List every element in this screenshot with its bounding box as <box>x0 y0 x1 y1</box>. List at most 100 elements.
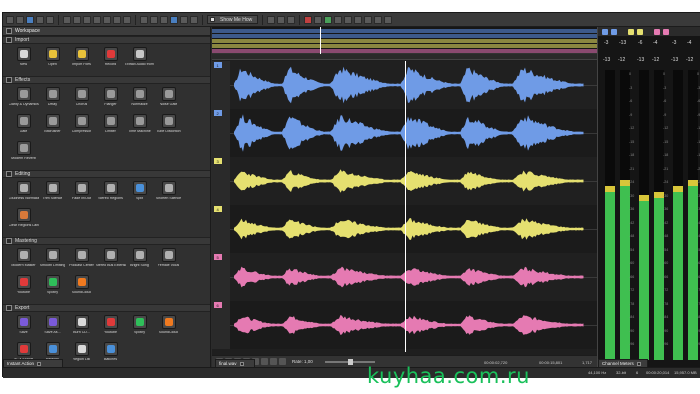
meter-channel-5-icon[interactable] <box>654 28 660 35</box>
meter-channel-3-icon[interactable] <box>628 28 634 35</box>
undo-icon[interactable] <box>140 15 148 24</box>
track-header[interactable] <box>212 109 230 157</box>
open-icon[interactable] <box>16 15 24 24</box>
action-item[interactable]: Tube Distortion <box>154 114 183 141</box>
stop-small-icon[interactable] <box>261 358 268 365</box>
playback-cursor[interactable] <box>405 61 406 352</box>
action-item[interactable]: Bright Song <box>125 248 154 275</box>
pause-icon[interactable] <box>334 15 343 24</box>
section-header-effects[interactable]: Effects <box>3 76 210 84</box>
action-item[interactable]: Female Vocal <box>154 248 183 275</box>
action-item[interactable]: Region List <box>67 342 96 367</box>
action-item[interactable]: Delay <box>38 87 67 114</box>
track-header[interactable] <box>212 157 230 205</box>
trim-icon[interactable] <box>103 15 111 24</box>
tab-close-icon[interactable] <box>239 361 244 366</box>
action-item[interactable]: Import Files <box>67 47 96 74</box>
cut-icon[interactable] <box>63 15 71 24</box>
next-small-icon[interactable] <box>279 358 286 365</box>
section-toggle-icon[interactable] <box>6 238 12 244</box>
action-item[interactable]: SoundCloud <box>154 315 183 342</box>
zoom-out-icon[interactable] <box>277 15 286 24</box>
section-toggle-icon[interactable] <box>6 77 12 83</box>
pencil-tool-icon[interactable] <box>190 15 198 24</box>
action-item[interactable]: Batches <box>96 342 125 367</box>
zoom-fit-icon[interactable] <box>287 15 296 24</box>
tab-close-icon[interactable] <box>636 361 641 366</box>
zoom-in-icon[interactable] <box>267 15 276 24</box>
action-item[interactable]: Smooth Limiting <box>38 248 67 275</box>
loop-icon[interactable] <box>314 15 323 24</box>
action-item[interactable]: Extract Audio from CD <box>125 47 155 74</box>
action-item[interactable]: Save <box>9 315 38 342</box>
action-item[interactable]: Spotify <box>38 275 67 302</box>
meter-channel-2-icon[interactable] <box>611 28 617 35</box>
action-item[interactable]: Limiter <box>96 114 125 141</box>
action-item[interactable]: Modern Reverb <box>9 141 38 168</box>
rate-slider[interactable] <box>324 358 375 365</box>
section-toggle-icon[interactable] <box>6 305 12 311</box>
delete-icon[interactable] <box>113 15 121 24</box>
track-header[interactable] <box>212 61 230 109</box>
action-item[interactable]: Clarity & Dynamics <box>9 87 39 114</box>
copy-icon[interactable] <box>73 15 81 24</box>
magnify-tool-icon[interactable] <box>180 15 188 24</box>
close-file-icon[interactable] <box>46 15 54 24</box>
meter-channel-1-icon[interactable] <box>602 28 608 35</box>
action-item[interactable]: Spotify <box>125 315 154 342</box>
action-item[interactable]: Time Machine <box>125 114 154 141</box>
action-item[interactable]: Save As... <box>38 315 67 342</box>
crop-icon[interactable] <box>123 15 131 24</box>
action-item[interactable]: Compressor <box>67 114 96 141</box>
action-item[interactable]: Modern Master <box>9 248 38 275</box>
section-header-export[interactable]: Export <box>3 304 210 312</box>
forward-icon[interactable] <box>374 15 383 24</box>
prev-small-icon[interactable] <box>270 358 277 365</box>
meter-channel-4-icon[interactable] <box>637 28 643 35</box>
save-icon[interactable] <box>26 15 34 24</box>
action-item[interactable]: SoundCloud <box>67 275 96 302</box>
action-item[interactable]: New <box>9 47 38 74</box>
action-item[interactable]: Youtube <box>96 315 125 342</box>
action-item[interactable]: Stereo Bus Extension <box>96 248 126 275</box>
action-item[interactable]: Shorten Silence <box>154 181 183 208</box>
go-end-icon[interactable] <box>384 15 393 24</box>
rate-slider-thumb[interactable] <box>347 358 353 365</box>
action-item[interactable]: Gate <box>9 114 38 141</box>
section-toggle-icon[interactable] <box>6 37 12 43</box>
record-button-icon[interactable] <box>304 15 313 24</box>
action-item[interactable]: Clear Regions Lanes <box>9 208 39 235</box>
action-item[interactable]: Youtube <box>9 275 38 302</box>
waveform-tracks[interactable]: 123456 <box>212 61 597 352</box>
show-me-how-button[interactable]: Show Me How <box>207 15 259 24</box>
section-header-mastering[interactable]: Mastering <box>3 237 210 245</box>
tab-close-icon[interactable] <box>37 361 42 366</box>
action-item[interactable]: Bitcrusher <box>38 114 67 141</box>
overview-bar[interactable] <box>212 27 597 54</box>
new-icon[interactable] <box>6 15 14 24</box>
action-item[interactable]: Normalize <box>125 87 154 114</box>
action-item[interactable]: Loudness Normalize <box>9 181 39 208</box>
section-toggle-icon[interactable] <box>6 171 12 177</box>
action-item[interactable]: Trim Silence <box>38 181 67 208</box>
mix-icon[interactable] <box>93 15 101 24</box>
play-icon[interactable] <box>324 15 333 24</box>
save-all-icon[interactable] <box>36 15 44 24</box>
action-item[interactable]: Noise Gate <box>154 87 183 114</box>
rewind-icon[interactable] <box>364 15 373 24</box>
action-item[interactable]: Podcast Center <box>67 248 96 275</box>
action-item[interactable]: Open <box>38 47 67 74</box>
history-icon[interactable] <box>160 15 168 24</box>
action-item[interactable]: Burn CD... <box>67 315 96 342</box>
redo-icon[interactable] <box>150 15 158 24</box>
section-header-import[interactable]: Import <box>3 36 210 44</box>
edit-tool-icon[interactable] <box>170 15 178 24</box>
section-header-editing[interactable]: Editing <box>3 170 210 178</box>
track-header[interactable] <box>212 301 230 349</box>
time-ruler[interactable] <box>212 54 597 60</box>
go-start-icon[interactable] <box>354 15 363 24</box>
meter-channel-6-icon[interactable] <box>663 28 669 35</box>
action-item[interactable]: Flanger <box>96 87 125 114</box>
action-item[interactable]: Stereo Regions <box>96 181 125 208</box>
track-header[interactable] <box>212 253 230 301</box>
